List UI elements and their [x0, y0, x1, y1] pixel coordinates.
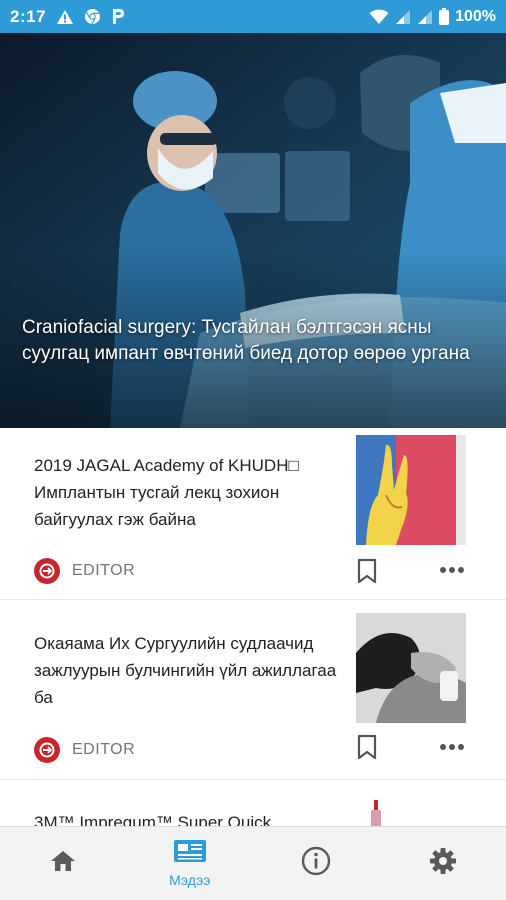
article-card-partial[interactable]: 3M™ Impregum™ Super Quick [0, 780, 506, 826]
nav-home[interactable] [0, 827, 127, 900]
status-left: 2:17 [10, 7, 125, 27]
chrome-icon [84, 8, 101, 25]
more-options-icon[interactable] [438, 737, 466, 757]
more-options-icon[interactable] [438, 560, 466, 580]
status-time: 2:17 [10, 6, 47, 26]
nav-info[interactable] [253, 827, 380, 900]
article-source[interactable]: EDITOR [34, 558, 135, 584]
bottom-navigation: Мэдээ [0, 826, 506, 900]
signal-icon [395, 9, 411, 25]
hero-banner[interactable]: Craniofacial surgery: Тусгайлан бэлтгэсэ… [0, 33, 506, 428]
article-thumbnail[interactable] [356, 435, 466, 545]
article-title[interactable]: 3M™ Impregum™ Super Quick [34, 813, 271, 826]
source-name: EDITOR [72, 562, 136, 579]
article-card[interactable]: Окаяама Их Сургуулийн судлаачид зажлууры… [0, 600, 506, 780]
signal-icon [417, 9, 433, 25]
settings-icon [429, 847, 457, 880]
home-icon [50, 849, 76, 878]
battery-percent: 100% [455, 7, 496, 25]
article-thumbnail[interactable] [368, 800, 384, 826]
alert-icon [56, 9, 74, 25]
article-title[interactable]: Окаяама Их Сургуулийн судлаачид зажлууры… [34, 630, 339, 711]
nav-news-label: Мэдээ [169, 872, 211, 888]
news-icon [173, 839, 207, 868]
hero-title[interactable]: Craniofacial surgery: Тусгайлан бэлтгэсэ… [22, 315, 482, 367]
hero-surgery-image [0, 33, 506, 428]
editor-logo-icon [34, 737, 60, 763]
editor-logo-icon [34, 558, 60, 584]
info-icon [301, 846, 331, 881]
article-thumbnail[interactable] [356, 613, 466, 723]
article-source[interactable]: EDITOR [34, 737, 135, 763]
status-bar: 2:17 100% [0, 0, 506, 33]
battery-icon [439, 8, 450, 25]
nav-news[interactable]: Мэдээ [127, 827, 254, 900]
article-card[interactable]: 2019 JAGAL Academy of KHUDH□ Имплантын т… [0, 428, 506, 600]
bookmark-icon[interactable] [356, 558, 378, 584]
status-right: 100% [369, 8, 496, 26]
bookmark-icon[interactable] [356, 734, 378, 760]
nav-settings[interactable] [380, 827, 506, 900]
wifi-icon [369, 9, 389, 25]
article-title[interactable]: 2019 JAGAL Academy of KHUDH□ Имплантын т… [34, 452, 339, 533]
parking-icon [111, 8, 125, 25]
source-name: EDITOR [72, 741, 136, 758]
